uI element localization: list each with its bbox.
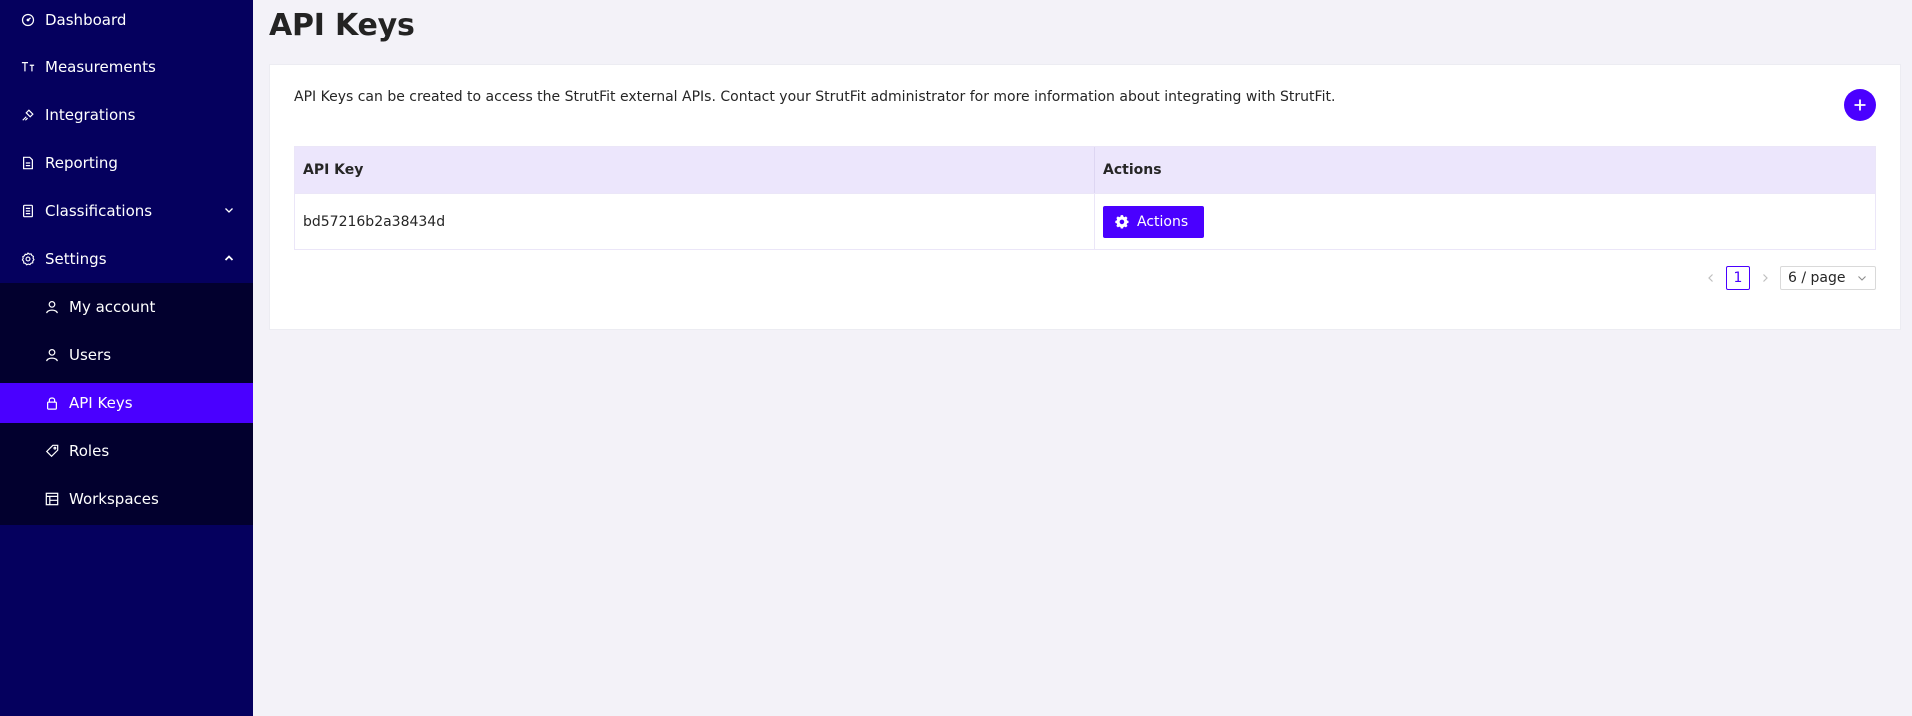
- actions-cell: Actions: [1095, 194, 1875, 249]
- reporting-icon: [21, 156, 35, 170]
- table-row: bd57216b2a38434d Actions: [295, 193, 1875, 249]
- api-key-cell: bd57216b2a38434d: [295, 194, 1095, 249]
- add-api-key-button[interactable]: [1844, 89, 1876, 121]
- sidebar-item-reporting[interactable]: Reporting: [0, 143, 253, 183]
- api-keys-card: API Keys can be created to access the St…: [269, 64, 1901, 330]
- sidebar-item-label: My account: [69, 298, 156, 316]
- tag-icon: [45, 444, 59, 458]
- sidebar-item-my-account[interactable]: My account: [0, 287, 253, 327]
- chevron-up-icon: [223, 252, 235, 264]
- sidebar-item-dashboard[interactable]: Dashboard: [0, 0, 253, 40]
- sidebar-item-label: API Keys: [69, 394, 133, 412]
- sidebar-item-label: Classifications: [45, 202, 153, 220]
- pagination: 1 6 / page: [1704, 266, 1876, 290]
- sidebar-item-label: Settings: [45, 250, 107, 268]
- intro-text: API Keys can be created to access the St…: [294, 89, 1336, 105]
- sidebar-item-roles[interactable]: Roles: [0, 431, 253, 471]
- dashboard-icon: [21, 13, 35, 27]
- column-header-api-key: API Key: [295, 147, 1095, 193]
- sidebar-item-label: Reporting: [45, 154, 118, 172]
- workspaces-icon: [45, 492, 59, 506]
- column-header-actions: Actions: [1103, 162, 1162, 178]
- page-size-select[interactable]: 6 / page: [1780, 266, 1876, 290]
- api-keys-table: API Key Actions bd57216b2a38434d Actions: [294, 146, 1876, 250]
- sidebar-item-settings[interactable]: Settings: [0, 239, 253, 279]
- next-page-icon[interactable]: [1758, 271, 1772, 285]
- sidebar-item-workspaces[interactable]: Workspaces: [0, 479, 253, 519]
- chevron-down-icon: [223, 204, 235, 216]
- sidebar-item-classifications[interactable]: Classifications: [0, 191, 253, 231]
- sidebar-item-label: Roles: [69, 442, 110, 460]
- integrations-icon: [21, 108, 35, 122]
- plus-icon: [1853, 98, 1867, 112]
- sidebar-item-label: Dashboard: [45, 11, 127, 29]
- sidebar-item-api-keys[interactable]: API Keys: [0, 383, 253, 423]
- settings-icon: [21, 252, 35, 266]
- page-number-current[interactable]: 1: [1726, 266, 1750, 290]
- table-header: API Key Actions: [295, 147, 1875, 193]
- sidebar-item-measurements[interactable]: Measurements: [0, 47, 253, 87]
- page-title: API Keys: [269, 8, 415, 43]
- sidebar-item-integrations[interactable]: Integrations: [0, 95, 253, 135]
- measurements-icon: [21, 60, 35, 74]
- lock-icon: [45, 396, 59, 410]
- sidebar-item-label: Users: [69, 346, 112, 364]
- actions-button[interactable]: Actions: [1103, 205, 1205, 238]
- classifications-icon: [21, 204, 35, 218]
- sidebar-item-users[interactable]: Users: [0, 335, 253, 375]
- user-icon: [45, 300, 59, 314]
- actions-button-label: Actions: [1137, 213, 1189, 230]
- gear-icon: [1115, 214, 1129, 229]
- user-icon: [45, 348, 59, 362]
- chevron-down-icon: [1857, 273, 1867, 283]
- sidebar-item-label: Measurements: [45, 58, 156, 76]
- page-size-value: 6 / page: [1788, 270, 1846, 286]
- prev-page-icon[interactable]: [1704, 271, 1718, 285]
- sidebar: Dashboard Measurements Integrations Repo…: [0, 0, 253, 716]
- sidebar-item-label: Workspaces: [69, 490, 159, 508]
- sidebar-item-label: Integrations: [45, 106, 136, 124]
